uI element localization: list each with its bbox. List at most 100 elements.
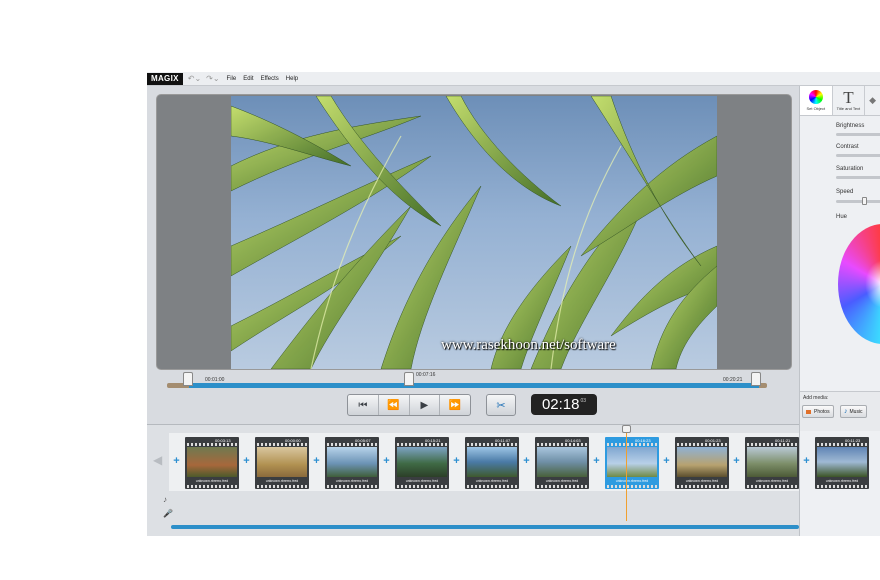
insert-transition-icon[interactable]: + bbox=[662, 456, 671, 467]
clip-thumbnail bbox=[327, 447, 377, 477]
timeline-clip[interactable]: 00:03:13 unknown.rbrerro.fred bbox=[185, 437, 239, 489]
undo-icon[interactable]: ↶⌄ bbox=[188, 74, 201, 83]
rewind-button[interactable]: ⏪ bbox=[379, 395, 410, 415]
voice-lane-icon: 🎤 bbox=[163, 509, 173, 518]
play-icon: ▶ bbox=[420, 399, 429, 411]
menu-help[interactable]: Help bbox=[286, 76, 298, 82]
fast-forward-icon: ⏩ bbox=[448, 399, 462, 411]
speed-slider-thumb[interactable] bbox=[862, 197, 867, 205]
clip-thumbnail bbox=[537, 447, 587, 477]
magix-video-editor-window: MAGIX ↶⌄ ↷⌄ File Edit Effects Help www.r… bbox=[147, 72, 880, 536]
insert-transition-icon[interactable]: + bbox=[172, 456, 181, 467]
scrub-playhead-handle[interactable] bbox=[404, 372, 414, 386]
brightness-label: Brightness bbox=[836, 123, 865, 129]
insert-transition-icon[interactable]: + bbox=[242, 456, 251, 467]
clip-thumbnail bbox=[257, 447, 307, 477]
saturation-label: Saturation bbox=[836, 166, 864, 172]
add-media-label: Add media: bbox=[803, 395, 829, 401]
photos-label: Photos bbox=[814, 408, 830, 415]
video-preview[interactable]: www.rasekhoon.net/software bbox=[231, 96, 717, 369]
timeline-clip[interactable]: 00:01:23 unknown.rbrerro.fred bbox=[675, 437, 729, 489]
play-button[interactable]: ▶ bbox=[410, 395, 441, 415]
insert-transition-icon[interactable]: + bbox=[592, 456, 601, 467]
brightness-slider[interactable] bbox=[836, 133, 880, 136]
menu-bar: MAGIX ↶⌄ ↷⌄ File Edit Effects Help bbox=[147, 72, 880, 86]
cut-scene-button[interactable]: ✂ bbox=[486, 394, 516, 416]
timeline-clip[interactable]: 00:00:00 unknown.rbrerro.fred bbox=[255, 437, 309, 489]
insert-transition-icon[interactable]: + bbox=[522, 456, 531, 467]
timeline-clip[interactable]: 00:11:21 unknown.rbrerro.fred bbox=[745, 437, 799, 489]
timeline-playhead-knob[interactable] bbox=[622, 425, 631, 433]
timeline-clip[interactable]: 00:11:23 unknown.rbrerro.fred bbox=[815, 437, 869, 489]
film-perforation bbox=[817, 443, 867, 446]
timeline-playhead[interactable] bbox=[626, 425, 627, 521]
tab-more[interactable]: ◆ bbox=[865, 86, 880, 115]
film-perforation bbox=[747, 485, 797, 488]
timeline-clip[interactable]: 00:11:07 unknown.rbrerro.fred bbox=[465, 437, 519, 489]
scroll-left-icon[interactable]: ◀ bbox=[153, 453, 162, 467]
insert-transition-icon[interactable]: + bbox=[382, 456, 391, 467]
fast-forward-button[interactable]: ⏩ bbox=[440, 395, 470, 415]
film-perforation bbox=[397, 443, 447, 446]
timeline-clip[interactable]: 00:15:21 unknown.rbrerro.fred bbox=[395, 437, 449, 489]
clip-thumbnail bbox=[607, 447, 657, 477]
scrub-in-marker[interactable] bbox=[183, 372, 193, 386]
timeline-clip[interactable]: 00:14:03 unknown.rbrerro.fred bbox=[535, 437, 589, 489]
hue-color-wheel[interactable] bbox=[838, 224, 880, 344]
timecode-value: 02:18 bbox=[541, 396, 580, 413]
panel-tabs: Set Object T Title and Text ◆ bbox=[800, 86, 880, 116]
timeline-clip[interactable]: 00:16:23 unknown.rbrerro.fred bbox=[605, 437, 659, 489]
scissors-icon: ✂ bbox=[496, 399, 506, 412]
speed-slider[interactable] bbox=[836, 197, 880, 205]
film-perforation bbox=[467, 443, 517, 446]
clip-name: unknown.rbrerro.fred bbox=[265, 479, 299, 483]
skip-to-start-button[interactable]: ⏮ bbox=[348, 395, 379, 415]
clip-thumbnail bbox=[397, 447, 447, 477]
clip-name: unknown.rbrerro.fred bbox=[755, 479, 789, 483]
scrub-current-time: 00:07:16 bbox=[416, 372, 436, 378]
insert-transition-icon[interactable]: + bbox=[732, 456, 741, 467]
add-photos-button[interactable]: Photos bbox=[802, 405, 834, 418]
film-perforation bbox=[607, 443, 657, 446]
rewind-icon: ⏪ bbox=[387, 399, 400, 411]
redo-icon[interactable]: ↷⌄ bbox=[206, 74, 219, 83]
timeline-clip[interactable]: 00:05:07 unknown.rbrerro.fred bbox=[325, 437, 379, 489]
insert-transition-icon[interactable]: + bbox=[802, 456, 811, 467]
menu-edit[interactable]: Edit bbox=[243, 76, 253, 82]
add-media-section: Add media: Photos ♪ Music bbox=[800, 391, 880, 431]
insert-transition-icon[interactable]: + bbox=[312, 456, 321, 467]
saturation-slider[interactable] bbox=[836, 176, 880, 179]
add-music-button[interactable]: ♪ Music bbox=[840, 405, 867, 418]
film-perforation bbox=[327, 443, 377, 446]
skip-start-icon: ⏮ bbox=[358, 399, 368, 411]
scrub-out-marker[interactable] bbox=[751, 372, 761, 386]
scrub-range-fill bbox=[189, 383, 759, 388]
clip-name: unknown.rbrerro.fred bbox=[825, 479, 859, 483]
timeline-scrollbar[interactable] bbox=[171, 525, 799, 529]
color-wheel-icon bbox=[808, 90, 823, 104]
timecode-frames: 03 bbox=[580, 397, 587, 404]
contrast-slider[interactable] bbox=[836, 154, 880, 157]
film-perforation bbox=[327, 485, 377, 488]
clip-name: unknown.rbrerro.fred bbox=[195, 479, 229, 483]
film-perforation bbox=[397, 485, 447, 488]
film-perforation bbox=[187, 485, 237, 488]
title-text-icon: T bbox=[843, 88, 854, 107]
film-perforation bbox=[607, 485, 657, 488]
clip-name: unknown.rbrerro.fred bbox=[545, 479, 579, 483]
tab-label: Set Object bbox=[806, 106, 826, 111]
clip-name: unknown.rbrerro.fred bbox=[615, 479, 649, 483]
menu-file[interactable]: File bbox=[227, 76, 237, 82]
preview-monitor: www.rasekhoon.net/software bbox=[156, 94, 792, 370]
video-frame-image bbox=[231, 96, 717, 369]
menu-effects[interactable]: Effects bbox=[261, 76, 279, 82]
insert-transition-icon[interactable]: + bbox=[452, 456, 461, 467]
hue-label: Hue bbox=[836, 214, 848, 220]
clip-name: unknown.rbrerro.fred bbox=[335, 479, 369, 483]
scrub-bar[interactable]: 00:01:00 00:07:16 00:20:21 bbox=[167, 372, 767, 392]
scrub-end-time: 00:20:21 bbox=[723, 377, 743, 383]
tab-set-object[interactable]: Set Object bbox=[800, 86, 833, 115]
clip-thumbnail bbox=[467, 447, 517, 477]
music-note-icon: ♪ bbox=[844, 408, 848, 415]
tab-title-and-text[interactable]: T Title and Text bbox=[833, 86, 866, 115]
